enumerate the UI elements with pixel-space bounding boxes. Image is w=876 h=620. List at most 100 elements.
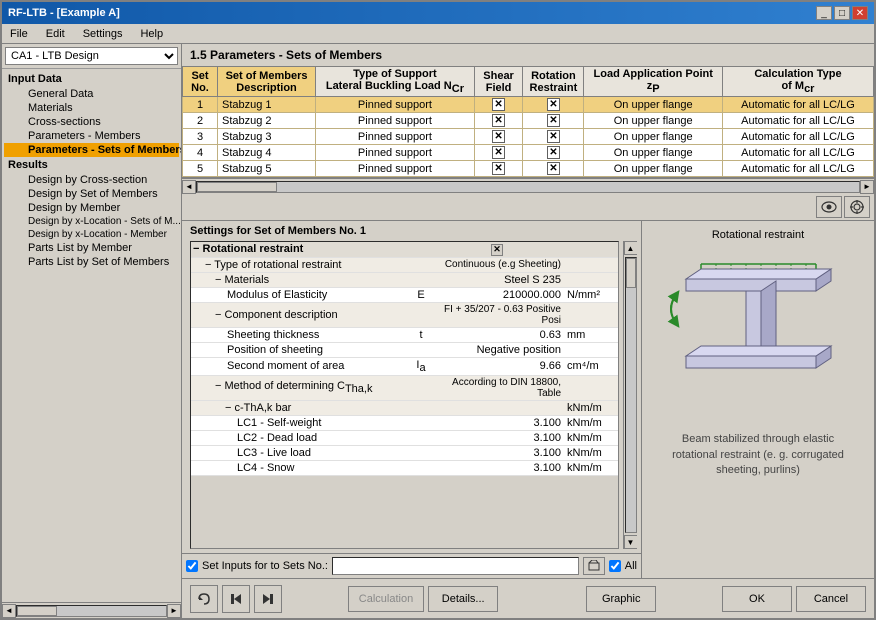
tree-item-params-sets[interactable]: Parameters - Sets of Members (4, 143, 179, 157)
hscroll-track[interactable] (196, 181, 860, 193)
prop-val: Continuous (e.g Sheeting) (431, 257, 563, 272)
expand-icon[interactable]: − (215, 274, 221, 286)
cell-no: 5 (183, 161, 218, 177)
minimize-button[interactable]: _ (816, 6, 832, 20)
menu-help[interactable]: Help (136, 27, 167, 41)
cell-load-point: On upper flange (584, 113, 722, 129)
prop-name: Sheeting thickness (191, 327, 411, 342)
left-panel-scrollbar[interactable]: ◄ ► (2, 602, 181, 618)
col-header-shear: ShearField (474, 67, 523, 97)
menu-file[interactable]: File (6, 27, 32, 41)
table-row[interactable]: 2 Stabzug 2 Pinned support ✕ ✕ On upper … (183, 113, 874, 129)
check-shear: ✕ (492, 146, 505, 159)
vscroll-track[interactable] (625, 257, 637, 533)
prop-name: LC2 - Dead load (191, 430, 411, 445)
expand-icon[interactable]: − (205, 259, 211, 271)
maximize-button[interactable]: □ (834, 6, 850, 20)
hscroll-right-arrow[interactable]: ► (860, 180, 874, 194)
expand-icon[interactable]: − (215, 309, 221, 321)
expand-icon[interactable]: − (215, 380, 221, 392)
menubar: File Edit Settings Help (2, 24, 874, 44)
settings-row[interactable]: Second moment of area Ia 9.66 cm⁴/m (191, 357, 618, 375)
reset-button[interactable] (190, 585, 218, 613)
cell-name: Stabzug 2 (218, 113, 316, 129)
prop-name: LC4 - Snow (191, 460, 411, 475)
next-button[interactable] (254, 585, 282, 613)
cell-support: Pinned support (316, 97, 475, 113)
settings-vscrollbar[interactable]: ▲ ▼ (623, 241, 637, 549)
settings-row[interactable]: − Component description FI + 35/207 - 0.… (191, 302, 618, 327)
close-x-icon[interactable]: ✕ (491, 244, 503, 256)
expand-icon[interactable]: − (193, 243, 199, 255)
cell-rotation: ✕ (523, 129, 584, 145)
prop-name: − Method of determining CTha,k (191, 375, 411, 400)
vscroll-down-arrow[interactable]: ▼ (624, 535, 638, 549)
eye-button[interactable] (816, 196, 842, 218)
table-row[interactable]: 4 Stabzug 4 Pinned support ✕ ✕ On upper … (183, 145, 874, 161)
cell-load-point: On upper flange (584, 161, 722, 177)
settings-row[interactable]: Position of sheeting Negative position (191, 342, 618, 357)
settings-row[interactable]: LC1 - Self-weight 3.100 kNm/m (191, 415, 618, 430)
all-checkbox[interactable] (609, 560, 621, 572)
scroll-thumb[interactable] (17, 606, 57, 616)
calculation-button[interactable]: Calculation (348, 586, 424, 612)
prev-button[interactable] (222, 585, 250, 613)
check-shear: ✕ (492, 130, 505, 143)
tree-item-design-member[interactable]: Design by Member (4, 201, 179, 215)
scroll-left-arrow[interactable]: ◄ (2, 604, 16, 618)
table-row[interactable]: 3 Stabzug 3 Pinned support ✕ ✕ On upper … (183, 129, 874, 145)
settings-row[interactable]: − c-ThA,k bar kNm/m (191, 400, 618, 415)
col-header-set-no: SetNo. (183, 67, 218, 97)
tree-item-design-x-sets[interactable]: Design by x-Location - Sets of M... (4, 215, 179, 228)
prop-sym (411, 445, 431, 460)
tree-item-parts-member[interactable]: Parts List by Member (4, 241, 179, 255)
settings-row[interactable]: − Materials Steel S 235 (191, 272, 618, 287)
cell-calc: Automatic for all LC/LG (722, 161, 873, 177)
menu-settings[interactable]: Settings (79, 27, 127, 41)
settings-row[interactable]: − Method of determining CTha,k According… (191, 375, 618, 400)
prop-sym (411, 257, 431, 272)
menu-edit[interactable]: Edit (42, 27, 69, 41)
tree-item-cross-sections[interactable]: Cross-sections (4, 115, 179, 129)
close-button[interactable]: ✕ (852, 6, 868, 20)
tree-item-design-cross[interactable]: Design by Cross-section (4, 173, 179, 187)
prop-val: According to DIN 18800, Table (431, 375, 563, 400)
nav-buttons (190, 585, 282, 613)
table-row[interactable]: 1 Stabzug 1 Pinned support ✕ ✕ On upper … (183, 97, 874, 113)
vscroll-thumb[interactable] (626, 258, 636, 288)
settings-row[interactable]: LC4 - Snow 3.100 kNm/m (191, 460, 618, 475)
details-button[interactable]: Details... (428, 586, 498, 612)
scroll-right-arrow[interactable]: ► (167, 604, 181, 618)
hscroll-left-arrow[interactable]: ◄ (182, 180, 196, 194)
tree-item-params-members[interactable]: Parameters - Members (4, 129, 179, 143)
settings-row[interactable]: Modulus of Elasticity E 210000.000 N/mm² (191, 287, 618, 302)
set-inputs-checkbox[interactable] (186, 560, 198, 572)
design-case-select[interactable]: CA1 - LTB Design (5, 47, 178, 65)
cancel-button[interactable]: Cancel (796, 586, 866, 612)
settings-row[interactable]: LC3 - Live load 3.100 kNm/m (191, 445, 618, 460)
settings-row[interactable]: Sheeting thickness t 0.63 mm (191, 327, 618, 342)
cell-calc: Automatic for all LC/LG (722, 113, 873, 129)
settings-row[interactable]: LC2 - Dead load 3.100 kNm/m (191, 430, 618, 445)
view-buttons (182, 194, 874, 220)
vscroll-up-arrow[interactable]: ▲ (624, 241, 638, 255)
graphic-button[interactable]: Graphic (586, 586, 656, 612)
settings-row[interactable]: − Type of rotational restraint Continuou… (191, 257, 618, 272)
set-inputs-browse-button[interactable] (583, 557, 605, 575)
ok-button[interactable]: OK (722, 586, 792, 612)
scroll-track[interactable] (16, 605, 167, 617)
table-row[interactable]: 5 Stabzug 5 Pinned support ✕ ✕ On upper … (183, 161, 874, 177)
set-inputs-field[interactable] (332, 557, 579, 575)
target-button[interactable] (844, 196, 870, 218)
tree-item-materials[interactable]: Materials (4, 101, 179, 115)
hscroll-thumb[interactable] (197, 182, 277, 192)
cell-shear: ✕ (474, 129, 523, 145)
tree-item-design-set[interactable]: Design by Set of Members (4, 187, 179, 201)
tree-item-general[interactable]: General Data (4, 87, 179, 101)
expand-icon[interactable]: − (225, 402, 231, 414)
table-hscrollbar[interactable]: ◄ ► (182, 178, 874, 194)
tree-item-parts-sets[interactable]: Parts List by Set of Members (4, 255, 179, 269)
settings-row[interactable]: − Rotational restraint ✕ (191, 242, 618, 257)
tree-item-design-x-member[interactable]: Design by x-Location - Member (4, 228, 179, 241)
prop-val (431, 400, 563, 415)
